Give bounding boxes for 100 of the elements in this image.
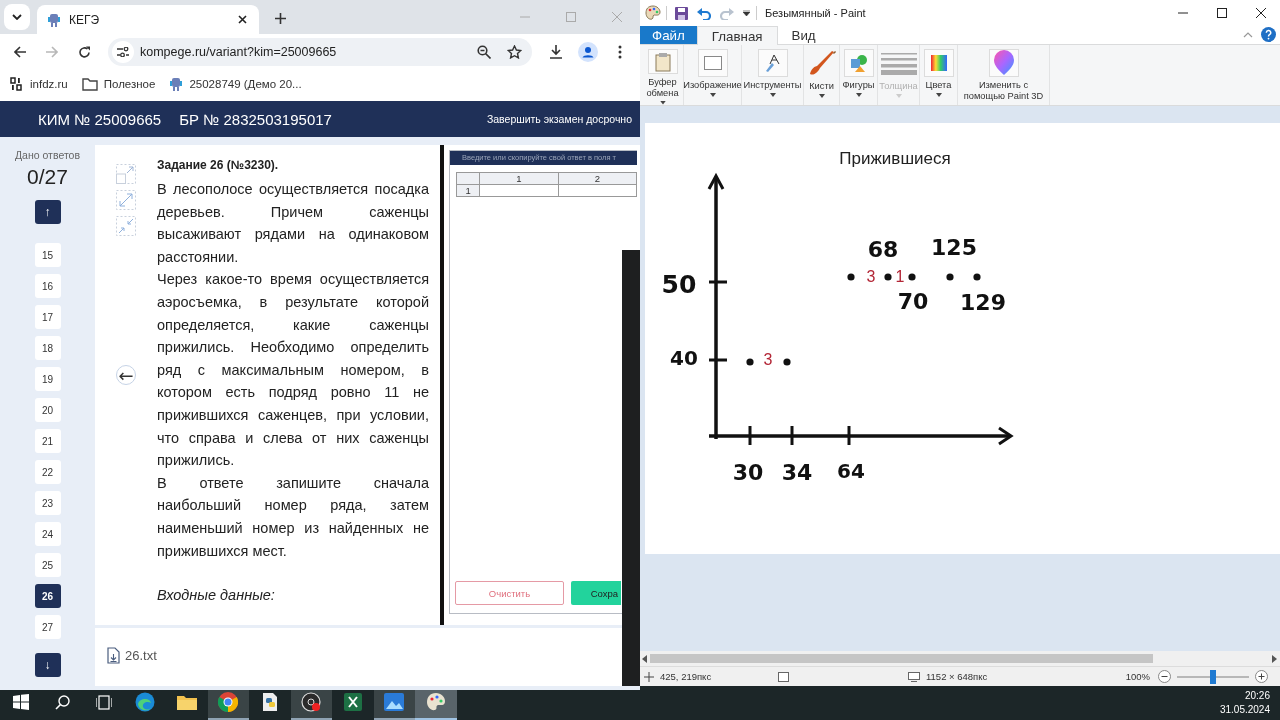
data-point [783, 358, 791, 366]
search-icon [54, 694, 70, 710]
scroll-left-button[interactable] [642, 654, 647, 663]
caret-down-icon [895, 94, 902, 98]
task-number-button[interactable]: 21 [34, 429, 61, 453]
ribbon-tab[interactable]: Файл [640, 26, 697, 44]
task-number-button[interactable]: 20 [34, 398, 61, 422]
spreadsheet-icon [343, 693, 362, 711]
tab-search-button[interactable] [4, 4, 30, 30]
close-icon [1255, 8, 1266, 18]
save-button[interactable]: Сохра [571, 581, 621, 605]
crosshair-icon [644, 671, 654, 682]
task-number-button[interactable]: 16 [34, 274, 61, 298]
folder-icon [81, 76, 98, 91]
browser-tab[interactable]: КЕГЭ [37, 5, 259, 34]
maximize-icon [566, 12, 576, 22]
help-button[interactable] [1261, 27, 1276, 42]
robot-favicon-icon [47, 11, 61, 28]
file-link[interactable]: 26.txt [107, 646, 157, 664]
answers-label: Дано ответов [15, 148, 80, 162]
selection-icon [778, 671, 789, 682]
axis-label: 30 [732, 460, 764, 485]
ribbon-group-button[interactable]: Изображение [684, 45, 742, 105]
scroll-down-button[interactable]: ↓ [34, 653, 61, 677]
caret-down-icon [855, 93, 862, 97]
tick-mark [709, 280, 727, 284]
document-icon [260, 692, 279, 712]
save-button[interactable] [672, 4, 690, 22]
point-label: 129 [960, 290, 1006, 315]
scrollbar-thumb[interactable] [650, 654, 1153, 663]
sliders-icon [117, 47, 129, 57]
ribbon-tab[interactable]: Вид [777, 26, 830, 44]
gap-count-label: 3 [763, 351, 773, 368]
tick-mark [790, 426, 794, 445]
grid-icon [12, 694, 29, 710]
plus-circle-icon [1255, 670, 1268, 683]
arrow-right-icon [1272, 654, 1277, 663]
file-download-icon [107, 646, 120, 664]
url-text: kompege.ru/variant?kim=25009665 [140, 45, 338, 59]
tick-mark [709, 358, 727, 362]
ribbon-group-button[interactable]: Фигуры [840, 45, 878, 105]
task-number-button[interactable]: 17 [34, 305, 61, 329]
table-header-cell: 2 [558, 172, 637, 185]
variant-number: КИМ № 25009665 [38, 110, 162, 128]
download-icon [549, 45, 563, 59]
data-point [746, 358, 754, 366]
cursor-position: 425, 219пкс [640, 671, 778, 682]
task-number-button[interactable]: 26 [34, 584, 61, 608]
ribbon-group-button[interactable]: Инструменты [742, 45, 804, 105]
point-label: 125 [931, 235, 977, 260]
ribbon-group-button[interactable]: Цвета [920, 45, 958, 105]
finish-exam-link[interactable]: Завершить экзамен досрочно [486, 113, 632, 125]
zoom-out-button[interactable] [1158, 670, 1171, 683]
task-number-button[interactable]: 15 [34, 243, 61, 267]
clock[interactable]: 20:26 31.05.2024 [1219, 686, 1280, 720]
scroll-up-button[interactable]: ↑ [34, 200, 61, 224]
caret-down-icon [709, 93, 716, 97]
point-label: 68 [867, 237, 899, 262]
ribbon-group-button[interactable]: Изменить с помощью Paint 3D [958, 45, 1050, 105]
window-title: Безымянный - Paint [765, 7, 867, 19]
scroll-right-button[interactable] [1272, 654, 1277, 663]
person-avatar-icon [578, 42, 598, 62]
ring-icon [218, 692, 239, 712]
data-point [973, 273, 981, 281]
ribbon-tab[interactable]: Главная [696, 26, 778, 45]
swirl-icon [135, 692, 156, 712]
site-info-button[interactable] [112, 41, 134, 63]
bookmark-link[interactable]: infdz.ru [10, 76, 68, 91]
table-header-cell: 1 [479, 172, 559, 185]
clipboard-icon [654, 51, 671, 72]
tick-mark [748, 426, 752, 445]
zoom-in-button[interactable] [1255, 670, 1268, 683]
task-number-button[interactable]: 27 [34, 615, 61, 639]
task-number-button[interactable]: 19 [34, 367, 61, 391]
bookmark-link[interactable]: 25028749 (Демо 20... [169, 75, 302, 92]
redo-icon [720, 6, 734, 20]
caret-down-icon [742, 10, 750, 16]
ribbon-group-button[interactable]: Буфер обмена [642, 45, 684, 105]
address-bar[interactable]: kompege.ru/variant?kim=25009665 [108, 38, 532, 66]
section-heading: Входные данные: [157, 586, 276, 606]
data-point [908, 273, 916, 281]
task-number-button[interactable]: 23 [34, 491, 61, 515]
task-number-button[interactable]: 22 [34, 460, 61, 484]
caret-down-icon [818, 94, 825, 98]
bookmark-link[interactable]: Полезное [81, 76, 156, 91]
slider-thumb[interactable] [1210, 669, 1216, 684]
expand-icon [116, 190, 136, 210]
task-view-icon [95, 694, 112, 710]
plus-icon [274, 12, 286, 24]
ribbon-group-button[interactable]: Кисти [804, 45, 840, 105]
task-number-button[interactable]: 18 [34, 336, 61, 360]
selection-icon [703, 56, 722, 70]
kebab-menu-icon [618, 45, 622, 59]
collapse-ribbon-button[interactable] [1243, 31, 1253, 38]
palette-icon [425, 692, 446, 712]
task-number-button[interactable]: 25 [34, 553, 61, 577]
answer-cell[interactable] [558, 184, 637, 197]
answer-cell[interactable] [479, 184, 559, 197]
arrow-right-icon [46, 46, 58, 58]
task-number-button[interactable]: 24 [34, 522, 61, 546]
